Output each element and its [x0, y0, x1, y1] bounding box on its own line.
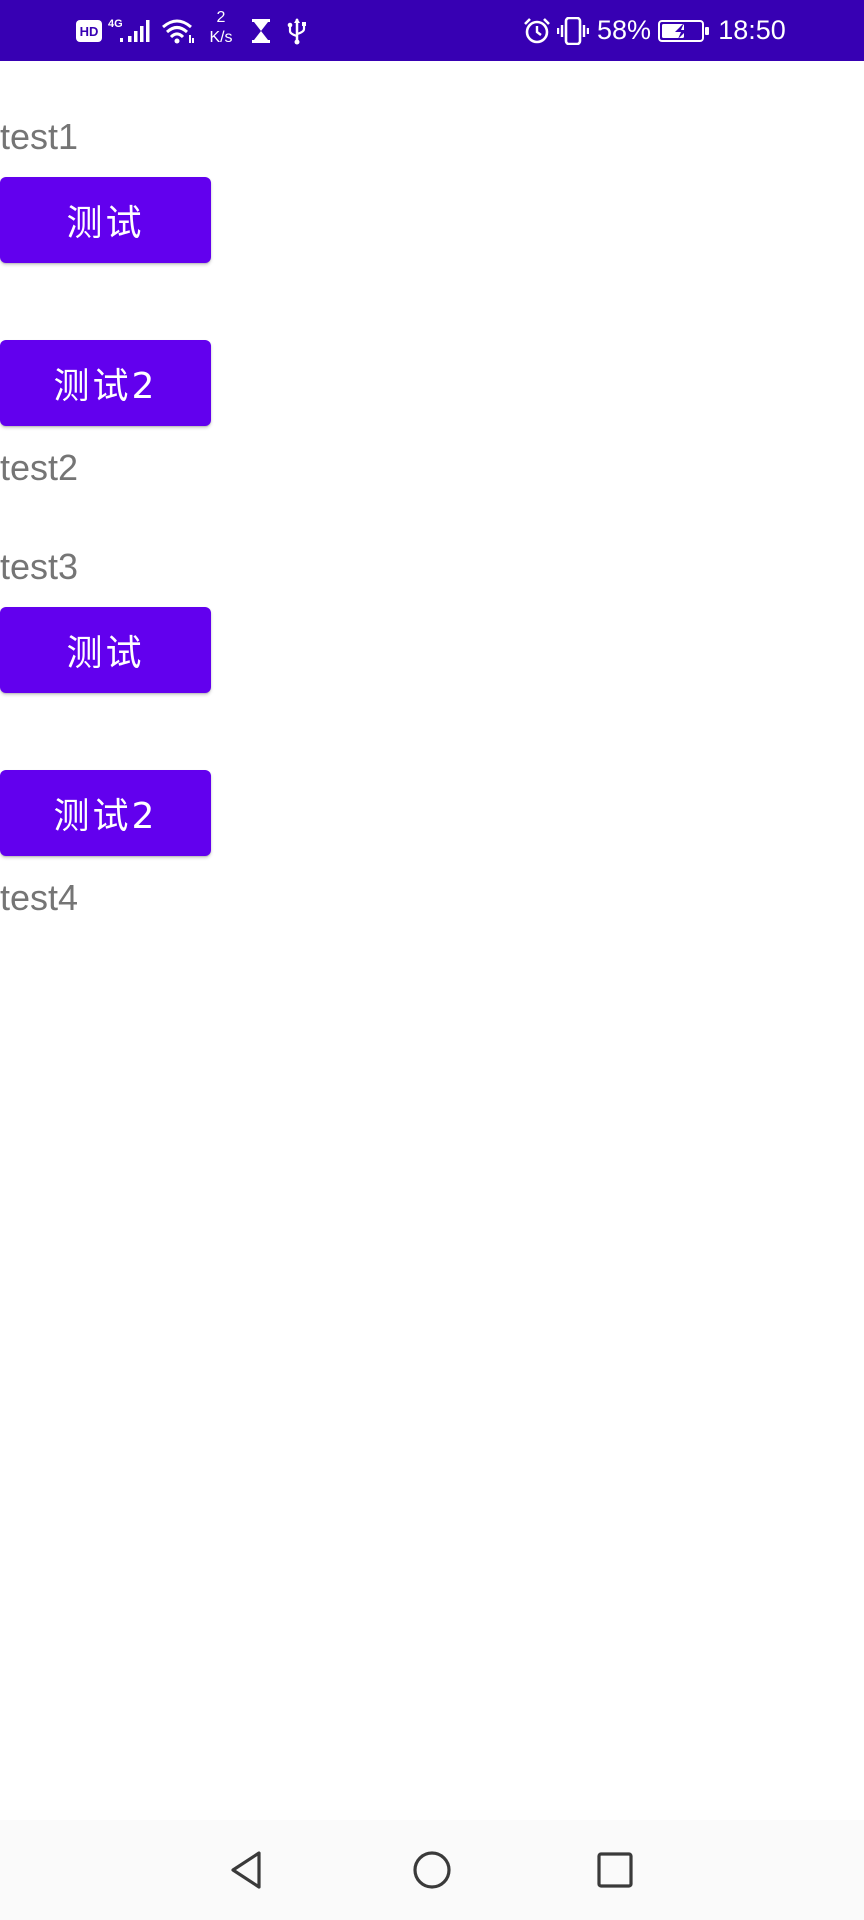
usb-icon: [286, 0, 308, 61]
label-test3: test3: [0, 546, 79, 587]
battery-percent: 58%: [596, 15, 652, 45]
wifi-icon: [160, 0, 196, 61]
hd-icon: HD: [76, 0, 102, 61]
vibrate-icon: [557, 0, 589, 61]
signal-icon: 4G: [108, 0, 156, 61]
test2-button-1[interactable]: 测试2: [0, 340, 211, 426]
recents-icon: [597, 1852, 633, 1888]
label-test2: test2: [0, 447, 79, 488]
hd-badge-text: HD: [80, 24, 99, 39]
recents-button[interactable]: [585, 1840, 645, 1900]
home-button[interactable]: [402, 1840, 462, 1900]
network-speed: 2 K/s: [204, 8, 238, 48]
network-type: 4G: [108, 18, 123, 30]
test-button-1[interactable]: 测试: [0, 177, 211, 263]
test-button-2[interactable]: 测试: [0, 607, 211, 693]
home-icon: [413, 1851, 451, 1889]
back-icon: [231, 1851, 261, 1889]
navigation-bar: [0, 1820, 864, 1920]
back-button[interactable]: [217, 1840, 277, 1900]
test2-button-2[interactable]: 测试2: [0, 770, 211, 856]
alarm-icon: [523, 0, 551, 61]
hourglass-icon: [250, 0, 272, 61]
speed-unit: K/s: [209, 29, 233, 46]
label-test4: test4: [0, 877, 79, 918]
status-bar: HD 4G 2 K/s 58% 18:50: [0, 0, 864, 61]
battery-icon: [658, 0, 710, 61]
speed-value: 2: [216, 9, 226, 26]
label-test1: test1: [0, 116, 79, 157]
clock: 18:50: [718, 15, 786, 45]
